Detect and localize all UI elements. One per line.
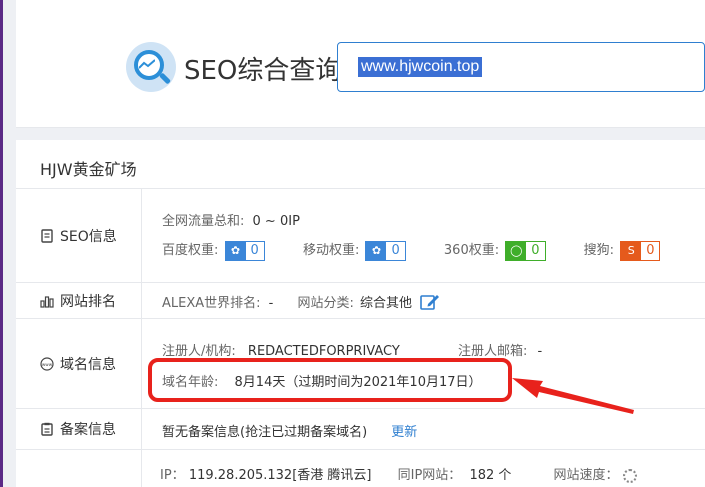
search-input-value: www.hjwcoin.top — [358, 57, 483, 77]
site-name: HJW黄金矿场 — [40, 160, 137, 179]
mobile-weight-label: 移动权重: — [302, 243, 360, 258]
mobile-weight-badge[interactable]: ✿ 0 — [365, 240, 406, 261]
360-weight-label: 360权重: — [443, 243, 500, 258]
site-ranking-body: ALEXA世界排名: - 网站分类: 综合其他 — [162, 283, 705, 318]
loading-spinner-icon — [622, 468, 637, 483]
alexa-label: ALEXA世界排名: — [162, 296, 261, 311]
360-weight-badge[interactable]: ◯ 0 — [505, 240, 546, 261]
ip-info-body: IP： 119.28.205.132[香港 腾讯云] 同IP网站： 182 个 … — [160, 450, 705, 487]
window-left-edge — [0, 0, 3, 487]
baidu-mobile-paw-icon: ✿ — [366, 241, 387, 260]
bar-chart-icon — [40, 294, 54, 308]
category-value: 综合其他 — [360, 296, 413, 311]
traffic-label: 全网流量总和: — [162, 214, 245, 229]
site-ranking-row: 网站排名 ALEXA世界排名: - 网站分类: 综合其他 — [16, 283, 705, 319]
svg-text:www: www — [42, 362, 53, 367]
edit-icon[interactable] — [420, 293, 440, 315]
same-ip-value[interactable]: 182 个 — [469, 468, 511, 483]
baidu-weight-value: 0 — [250, 242, 259, 258]
document-icon — [40, 228, 54, 243]
registrant-label: 注册人/机构: — [162, 344, 236, 359]
360-logo-icon: ◯ — [506, 241, 527, 260]
seo-info-row: SEO信息 全网流量总和: 0 ~ 0IP 百度权重: ✿ 0 移动权重: ✿ 0 … — [16, 189, 705, 283]
ip-info-row: IP： 119.28.205.132[香港 腾讯云] 同IP网站： 182 个 … — [16, 450, 705, 487]
icp-record-row: 备案信息 暂无备案信息(抢注已过期备案域名) 更新 — [16, 409, 705, 450]
traffic-value: 0 ~ 0IP — [252, 214, 300, 229]
registrant-email-label: 注册人邮箱: — [457, 344, 528, 359]
sogou-weight-label: 搜狗: — [583, 243, 615, 258]
sogou-weight-badge[interactable]: S0 — [620, 240, 661, 261]
baidu-paw-icon: ✿ — [225, 241, 246, 260]
domain-age-highlight — [148, 358, 512, 402]
ip-value: 119.28.205.132[香港 腾讯云] — [188, 468, 372, 483]
icp-record-label: 备案信息 — [16, 409, 142, 449]
icp-record-body: 暂无备案信息(抢注已过期备案域名) 更新 — [162, 409, 705, 449]
icp-record-label-text: 备案信息 — [60, 422, 116, 438]
ip-info-label — [16, 450, 142, 487]
site-ranking-label: 网站排名 — [16, 283, 142, 318]
same-ip-label: 同IP网站： — [397, 468, 462, 483]
www-globe-icon: www — [40, 356, 54, 371]
seo-logo-icon — [126, 42, 176, 92]
app-title: SEO综合查询 — [184, 56, 342, 86]
seo-info-label-text: SEO信息 — [60, 228, 117, 245]
sogou-weight-value: 0 — [646, 242, 655, 258]
360-weight-value: 0 — [531, 242, 540, 258]
mobile-weight-value: 0 — [391, 242, 400, 258]
baidu-weight-badge[interactable]: ✿ 0 — [224, 240, 265, 261]
seo-info-label: SEO信息 — [16, 189, 142, 282]
sogou-logo-icon: S — [621, 241, 642, 260]
clipboard-icon — [40, 422, 54, 436]
icp-update-link[interactable]: 更新 — [391, 425, 417, 440]
domain-search-input[interactable]: www.hjwcoin.top — [337, 42, 705, 92]
site-speed-label: 网站速度： — [553, 468, 619, 483]
registrant-email-value: - — [537, 344, 543, 359]
registrant-value: REDACTEDFORPRIVACY — [247, 344, 400, 359]
search-header: SEO综合查询 www.hjwcoin.top — [16, 0, 705, 128]
icp-record-status: 暂无备案信息(抢注已过期备案域名) — [162, 425, 368, 440]
ip-label: IP： — [160, 468, 185, 483]
domain-info-label: www 域名信息 — [16, 319, 142, 408]
baidu-weight-label: 百度权重: — [162, 243, 219, 258]
site-info-panel: HJW黄金矿场 SEO信息 全网流量总和: 0 ~ 0IP 百度权重: ✿ 0 移… — [16, 140, 705, 487]
domain-info-label-text: 域名信息 — [60, 356, 116, 373]
alexa-value: - — [268, 296, 274, 311]
category-label: 网站分类: — [297, 296, 354, 311]
seo-info-body: 全网流量总和: 0 ~ 0IP 百度权重: ✿ 0 移动权重: ✿ 0 360权重:… — [162, 189, 705, 282]
site-ranking-label-text: 网站排名 — [60, 293, 116, 310]
